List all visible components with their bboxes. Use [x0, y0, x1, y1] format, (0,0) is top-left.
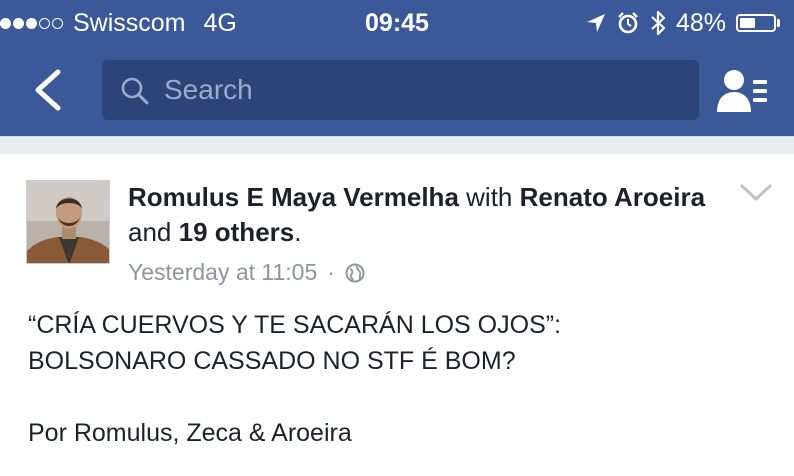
- bluetooth-icon: [651, 10, 666, 36]
- avatar[interactable]: [26, 180, 110, 264]
- chevron-left-icon[interactable]: [30, 68, 66, 112]
- post-text-line: “CRÍA CUERVOS Y TE SACARÁN LOS OJOS”:: [28, 311, 562, 339]
- post-text-line: BOLSONARO CASSADO NO STF É BOM?: [28, 347, 516, 375]
- alarm-clock-icon: [618, 12, 638, 34]
- post-text-line: Por Romulus, Zeca & Aroeira: [28, 419, 352, 447]
- post-body: “CRÍA CUERVOS Y TE SACARÁN LOS OJOS”: BO…: [28, 307, 768, 451]
- friend-requests-icon[interactable]: [716, 68, 768, 114]
- search-input[interactable]: [164, 60, 684, 120]
- post-timestamp[interactable]: Yesterday at 11:05: [128, 259, 317, 286]
- author-name[interactable]: Romulus E Maya Vermelha: [128, 182, 459, 212]
- feed-divider: [0, 136, 794, 154]
- meta-separator: ·: [327, 259, 335, 285]
- globe-icon: [345, 263, 365, 282]
- battery-percentage: 48%: [675, 8, 726, 37]
- tagged-user[interactable]: Renato Aroeira: [520, 182, 705, 212]
- post-meta: Yesterday at 11:05 ·: [128, 259, 365, 286]
- and-text: and: [128, 217, 172, 247]
- battery-fill: [740, 18, 756, 28]
- status-bar: Swisscom 4G 09:45 48%: [0, 0, 794, 48]
- profile-photo: [27, 181, 109, 263]
- chevron-down-icon[interactable]: [738, 182, 774, 204]
- status-icons: 48%: [576, 6, 780, 40]
- navigation-bar: [0, 48, 794, 136]
- location-arrow-icon: [586, 14, 605, 32]
- others-link[interactable]: 19 others: [179, 217, 295, 247]
- search-bar[interactable]: [102, 60, 699, 120]
- search-icon: [121, 77, 149, 105]
- with-text: with: [466, 182, 513, 212]
- battery-icon: [736, 14, 780, 32]
- feed-post: Romulus E Maya Vermelha with Renato Aroe…: [0, 154, 794, 476]
- post-header: Romulus E Maya Vermelha with Renato Aroe…: [128, 182, 706, 247]
